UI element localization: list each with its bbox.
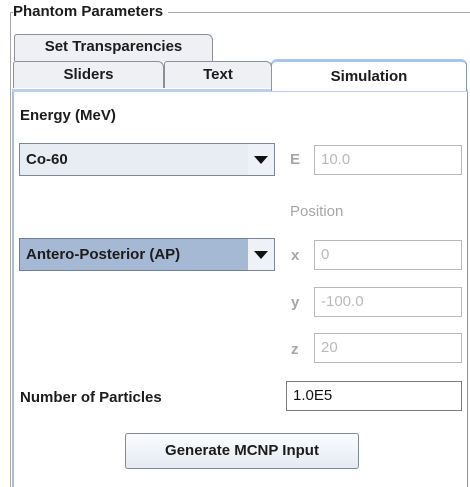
tab-simulation[interactable]: Simulation [271,59,467,91]
source-select[interactable]: Co-60 [19,143,275,176]
particles-label: Number of Particles [20,389,162,406]
position-label: Position [290,203,344,220]
group-border-left [10,12,11,487]
source-select-arrow[interactable] [248,143,275,176]
position-y-label: y [291,294,300,311]
tab-sliders[interactable]: Sliders [13,61,164,88]
position-y-field[interactable]: -100.0 [314,287,462,317]
direction-select-arrow[interactable] [248,238,275,271]
direction-select[interactable]: Antero-Posterior (AP) [19,238,275,271]
energy-label: Energy (MeV) [20,107,116,124]
group-title: Phantom Parameters [13,3,169,20]
particles-field[interactable]: 1.0E5 [286,381,462,411]
direction-select-value[interactable]: Antero-Posterior (AP) [19,238,249,271]
position-z-field[interactable]: 20 [314,333,462,363]
position-x-label: x [291,247,300,264]
energy-field[interactable]: 10.0 [314,145,462,175]
tab-text[interactable]: Text [164,61,272,88]
source-select-value[interactable]: Co-60 [19,143,249,176]
position-x-field[interactable]: 0 [314,240,462,270]
energy-field-label: E [290,151,301,168]
generate-mcnp-input-button[interactable]: Generate MCNP Input [125,433,359,469]
chevron-down-icon [254,250,268,259]
tab-set-transparencies[interactable]: Set Transparencies [14,34,213,61]
position-z-label: z [291,341,299,358]
chevron-down-icon [254,155,268,164]
